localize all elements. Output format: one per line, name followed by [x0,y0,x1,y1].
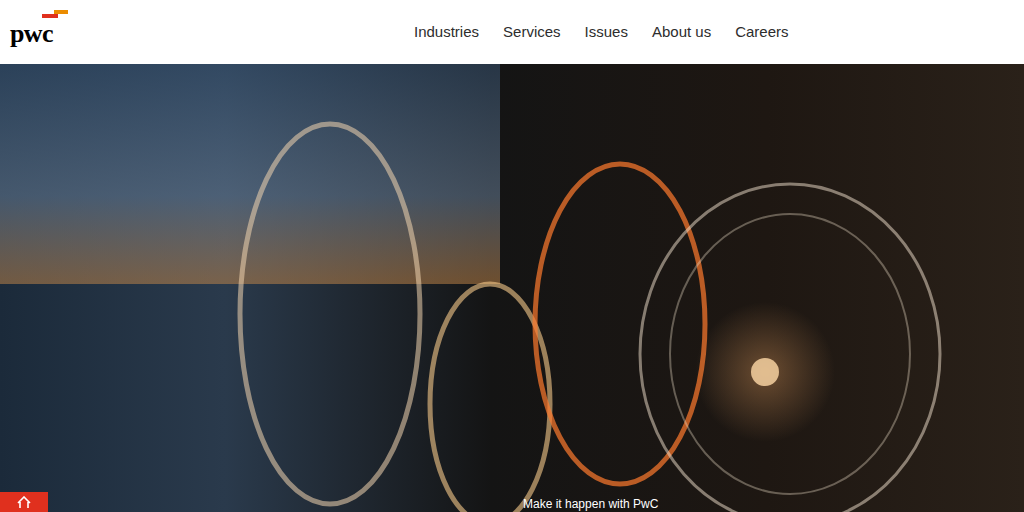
site-header: pwc Industries Services Issues About us Caree… [0,0,1024,64]
nav-link[interactable]: Careers [735,21,788,44]
hero-glow-rings-icon [0,64,1024,512]
logo[interactable]: pwc [10,17,310,47]
hero-video[interactable]: Make it happen with PwC [0,64,1024,512]
nav-link[interactable]: About us [652,21,711,44]
home-icon [17,496,31,508]
hero-window-light [0,64,500,284]
logo-mark-icon [40,9,70,19]
page: pwc Industries Services Issues About us Caree… [0,0,1024,512]
home-button[interactable] [0,492,48,512]
nav-link[interactable]: Issues [585,21,628,44]
nav-link[interactable]: Industries [414,21,479,44]
hero-caption: Make it happen with PwC [523,498,658,510]
main-nav: Industries Services Issues About us Careers [414,21,789,44]
nav-link[interactable]: Services [503,21,561,44]
